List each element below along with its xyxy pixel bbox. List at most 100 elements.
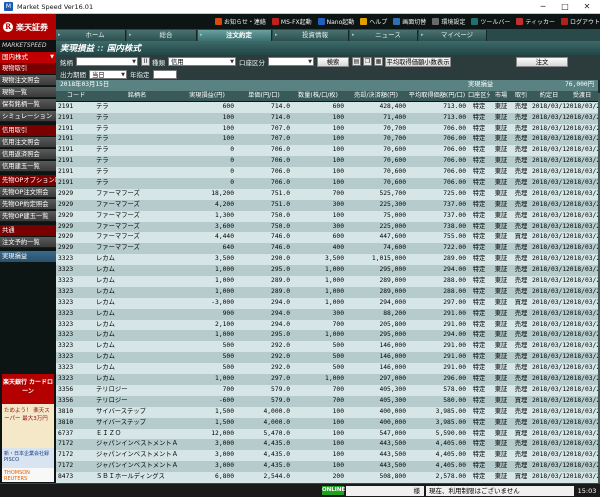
ad-banner-reuters[interactable]: THOMSON REUTERS <box>2 468 54 482</box>
tool-settings[interactable]: 環境設定 <box>432 17 465 26</box>
tool-screen-switch[interactable]: 画面切替 <box>393 17 426 26</box>
col-header-account-type[interactable]: 口座区分 <box>468 91 490 102</box>
tool-logout[interactable]: ログアウト <box>560 17 600 26</box>
table-row[interactable]: 2191 テラ 0 706.0 100 70,600 706.00 特定 東証 売埋 2018/03… <box>56 156 598 168</box>
sidebar-item-0[interactable]: 現物取引 <box>0 63 56 74</box>
table-row[interactable]: 2929 ファーマフーズ 1,300 750.0 100 75,000 737.00 特定 東証… <box>56 210 598 222</box>
sidebar-item-10[interactable]: 先物OP注文照会 <box>0 187 56 198</box>
tool-bell[interactable]: お知らせ・連絡 <box>215 17 266 26</box>
table-row[interactable]: 8473 ＳＢＩホールディングス 6,800 2,544.0 200 508,800 2,5… <box>56 472 598 483</box>
tool-fx[interactable]: MS-FX起動 <box>271 17 312 26</box>
year-input[interactable] <box>152 69 177 79</box>
table-row[interactable]: 7172 ジャパンインベストメントＡ 3,000 4,435.0 100 443,500 4… <box>56 450 598 462</box>
table-row[interactable]: 3323 レカム 500 292.0 500 146,000 291.00 特定 東証 売埋 201… <box>56 341 598 353</box>
ad-banner-super[interactable]: ためよう！ 楽天スーパー 最大3万円 <box>2 404 54 448</box>
export-icon[interactable]: ▦ <box>374 57 383 66</box>
tool-help[interactable]: ヘルプ <box>360 17 387 26</box>
sidebar-item-11[interactable]: 先物OP約定照会 <box>0 199 56 210</box>
table-row[interactable]: 2191 テラ 0 706.0 100 70,600 706.00 特定 東証 売埋 2018/03… <box>56 145 598 157</box>
table-row[interactable]: 2191 テラ 100 707.0 100 70,700 706.00 特定 東証 売埋 2018/… <box>56 123 598 135</box>
table-row[interactable]: 2929 ファーマフーズ 4,200 751.0 300 225,300 737.00 特定東… <box>56 199 598 211</box>
col-header-settlement-amount[interactable]: 売却/決済額(円) <box>346 91 406 102</box>
tool-nano[interactable]: Nano起動 <box>317 17 354 26</box>
col-header-trade-date[interactable]: 約定日 <box>532 91 566 102</box>
col-header-code[interactable]: コード <box>58 91 94 102</box>
table-row[interactable]: 7172 ジャパンインベストメントＡ 3,000 4,435.0 100 443,500 4… <box>56 439 598 451</box>
copy-icon[interactable]: ❐ <box>363 57 372 66</box>
code-marker-button[interactable]: II <box>141 57 150 66</box>
col-header-realized-pl[interactable]: 実現損益(円) <box>180 91 234 102</box>
table-row[interactable]: 2929 ファーマフーズ 640 746.0 400 74,600 722.00 特定 東証 売埋… <box>56 243 598 255</box>
search-button[interactable]: 検索 <box>317 56 349 67</box>
avg-price-decimal-button[interactable]: 平均取得価額小数表示 <box>385 56 451 67</box>
ad-banner-pisco[interactable]: 新・日本企業会社録 PISCO <box>2 448 54 468</box>
table-row[interactable]: 7172 ジャパンインベストメントＡ 3,000 4,435.0 100 443,500 4… <box>56 461 598 473</box>
account-type-select[interactable] <box>268 57 314 67</box>
tool-ticker[interactable]: ティッカー <box>516 17 555 26</box>
print-icon[interactable]: ▤ <box>352 57 361 66</box>
cell-unit-price: 707.0 <box>271 124 290 132</box>
sidebar-item-14[interactable]: 注文予約一覧 <box>0 237 56 248</box>
order-button[interactable]: 注文 <box>516 56 568 67</box>
table-row[interactable]: 2929 ファーマフーズ 3,600 750.0 300 225,000 738.00 特定東… <box>56 221 598 233</box>
table-row[interactable]: 3323 レカム 1,000 295.0 1,000 295,000 294.00 特定 東証売… <box>56 330 598 342</box>
minimize-button[interactable]: ─ <box>532 0 554 14</box>
table-row[interactable]: 3323 レカム -3,000 294.0 1,000 294,000 297.00 特定 東証… <box>56 297 598 309</box>
table-row[interactable]: 3810 サイバーステップ 1,500 4,000.0 100 400,000 3,985.… <box>56 406 598 418</box>
table-row[interactable]: 2929 ファーマフーズ 4,440 746.0 600 447,600 755.00 特定東… <box>56 232 598 244</box>
table-row[interactable]: 3323 レカム 1,000 295.0 1,000 295,000 294.00 特定 東証売… <box>56 265 598 277</box>
table-row[interactable]: 2191 テラ 0 706.0 100 70,600 706.00 特定 東証 売埋 2018/03… <box>56 167 598 179</box>
col-header-delivery-date[interactable]: 受渡日 <box>566 91 598 102</box>
col-header-avg-cost[interactable]: 平均取得価額(円/口) <box>408 91 466 102</box>
table-row[interactable]: 3323 レカム 500 292.0 500 146,000 291.00 特定 東証 売埋 201… <box>56 363 598 375</box>
sidebar-item-3[interactable]: 保有銘柄一覧 <box>0 99 56 110</box>
col-header-trade[interactable]: 取引 <box>512 91 530 102</box>
table-row[interactable]: 2191 テラ 600 714.0 600 428,400 713.00 特定 東証 売埋 2018… <box>56 101 598 113</box>
close-button[interactable]: ✕ <box>576 0 598 14</box>
table-row[interactable]: 6737 ＥＩＺＯ 12,000 5,470.0 100 547,000 5,590.00 特… <box>56 428 598 440</box>
sidebar-item-1[interactable]: 現物注文照会 <box>0 75 56 86</box>
col-header-name[interactable]: 銘柄名 <box>96 91 178 102</box>
sidebar-item-8[interactable]: 信用建玉一覧 <box>0 161 56 172</box>
tab-2[interactable]: 注文約定 <box>198 30 272 41</box>
period-select[interactable]: 当日 <box>89 69 127 80</box>
tab-4[interactable]: ニュース <box>350 30 418 41</box>
table-row[interactable]: 3323 レカム 1,000 289.0 1,000 289,000 288.00 特定 東証売… <box>56 286 598 298</box>
symbol-input[interactable] <box>76 57 138 67</box>
table-row[interactable]: 3323 レカム 2,100 294.0 700 205,800 291.00 特定 東証 売埋 2… <box>56 319 598 331</box>
table-row[interactable]: 3356 テリロジー 700 579.0 700 405,300 578.00 特定 東証 売埋 2… <box>56 384 598 396</box>
type-select[interactable]: 信用 <box>168 57 236 67</box>
sidebar-item-15[interactable]: 実現損益 <box>0 251 56 262</box>
sidebar-item-9[interactable]: 先物OPオプション取引 <box>0 175 56 186</box>
sidebar-item-2[interactable]: 現物一覧 <box>0 87 56 98</box>
sidebar-item-5[interactable]: 信用取引 <box>0 125 56 136</box>
tab-0[interactable]: ホーム <box>56 30 126 41</box>
table-row[interactable]: 3810 サイバーステップ 1,500 4,000.0 100 400,000 3,985.… <box>56 417 598 429</box>
table-row[interactable]: 3356 テリロジー -600 579.0 700 405,300 580.00 特定 東証 買埋… <box>56 395 598 407</box>
col-header-unit-price[interactable]: 単価(円/口) <box>238 91 290 102</box>
sidebar-item-13[interactable]: 共通 <box>0 225 56 236</box>
col-header-quantity[interactable]: 数量(株/口/枚) <box>292 91 344 102</box>
table-row[interactable]: 2191 テラ 0 706.0 100 70,600 706.00 特定 東証 売埋 2018/03… <box>56 178 598 189</box>
col-header-market[interactable]: 市場 <box>492 91 510 102</box>
sidebar-item-4[interactable]: シミュレーション <box>0 111 56 122</box>
tab-1[interactable]: 総合 <box>127 30 197 41</box>
table-row[interactable]: 3323 レカム 1,000 297.0 1,000 297,000 296.00 特定 東証売… <box>56 374 598 385</box>
sidebar-item-7[interactable]: 信用返済照会 <box>0 149 56 160</box>
table-row[interactable]: 3323 レカム 900 294.0 300 88,200 291.00 特定 東証 売埋 2018… <box>56 308 598 320</box>
ad-banner-loan[interactable]: 楽天銀行 カードローン <box>2 374 54 404</box>
table-row[interactable]: 2929 ファーマフーズ 18,200 751.0 700 525,700 725.00 特定… <box>56 188 598 200</box>
tool-toolbar[interactable]: ツールバー <box>471 17 510 26</box>
tab-5[interactable]: マイページ <box>419 30 487 41</box>
table-row[interactable]: 2191 テラ 100 714.0 100 71,400 713.00 特定 東証 売埋 2018/… <box>56 112 598 124</box>
table-row[interactable]: 3323 レカム 1,000 289.0 1,000 289,000 288.00 特定 東証売… <box>56 276 598 287</box>
market-select[interactable]: 国内株式 ▼ <box>0 52 56 63</box>
table-row[interactable]: 2191 テラ 100 707.0 100 70,700 706.00 特定 東証 売埋 2018/… <box>56 134 598 146</box>
table-row[interactable]: 3323 レカム 500 292.0 500 146,000 291.00 特定 東証 売埋 201… <box>56 352 598 364</box>
tab-3[interactable]: 投資情報 <box>273 30 349 41</box>
cell-trade: 売埋 <box>514 451 528 459</box>
maximize-button[interactable]: □ <box>554 0 576 14</box>
sidebar-item-12[interactable]: 先物OP建玉一覧 <box>0 211 56 222</box>
sidebar-item-6[interactable]: 信用注文照会 <box>0 137 56 148</box>
table-row[interactable]: 3323 レカム 3,500 290.0 3,500 1,015,000 289.00 特定東… <box>56 254 598 266</box>
